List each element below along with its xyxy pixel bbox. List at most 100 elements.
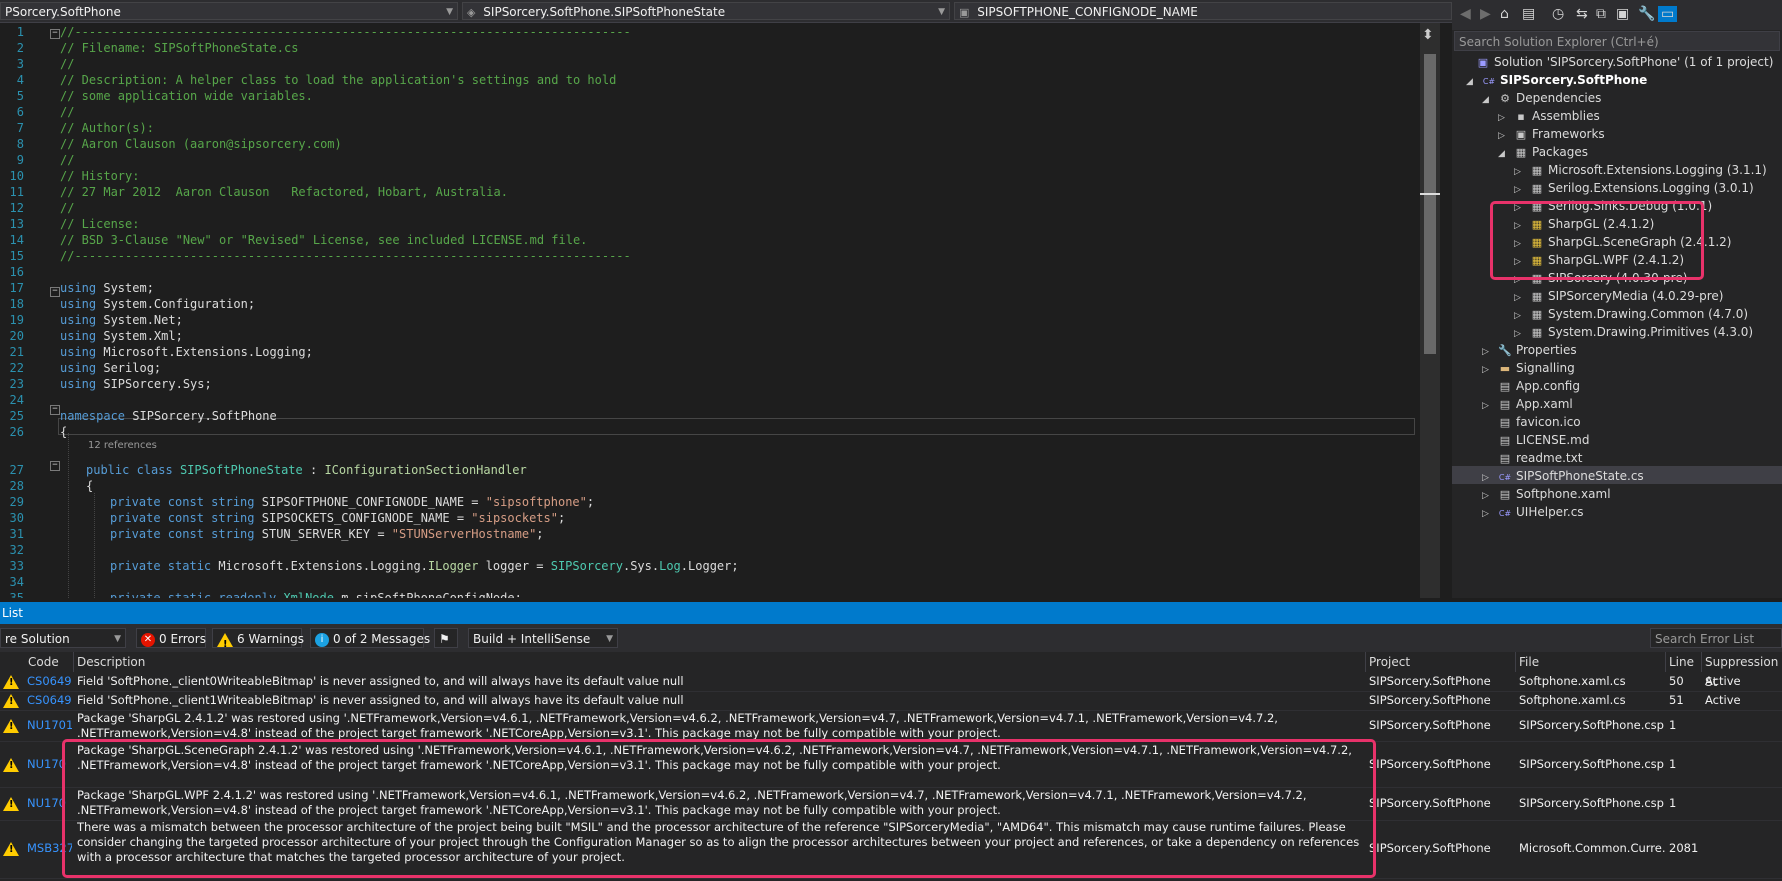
- column-header-file[interactable]: File: [1516, 652, 1666, 672]
- code-line[interactable]: private const string SIPSOFTPHONE_CONFIG…: [110, 494, 594, 510]
- history-icon[interactable]: ◷: [1552, 6, 1564, 22]
- collapse-class-icon[interactable]: −: [50, 461, 60, 471]
- expand-arrow-icon[interactable]: ▷: [1482, 505, 1496, 523]
- messages-filter-button[interactable]: i 0 of 2 Messages: [310, 628, 430, 648]
- tree-item[interactable]: ◢ ⚙ Dependencies: [1482, 89, 1601, 107]
- tree-item[interactable]: ▣ Solution 'SIPSorcery.SoftPhone' (1 of 1…: [1460, 53, 1774, 71]
- code-line[interactable]: using System;: [60, 280, 154, 296]
- column-header-code[interactable]: Code: [0, 652, 74, 672]
- errors-filter-button[interactable]: ✕ 0 Errors: [136, 628, 206, 648]
- tree-item[interactable]: ▷ ▦ SIPSorceryMedia (4.0.29-pre): [1514, 287, 1723, 305]
- tree-item[interactable]: ▷ ▦ Microsoft.Extensions.Logging (3.1.1): [1514, 161, 1767, 179]
- code-line[interactable]: private const string SIPSOCKETS_CONFIGNO…: [110, 510, 565, 526]
- scope-dropdown[interactable]: re Solution ▼: [0, 628, 126, 648]
- code-line[interactable]: // Description: A helper class to load t…: [60, 72, 616, 88]
- code-line[interactable]: //: [60, 56, 74, 72]
- code-line[interactable]: public class SIPSoftPhoneState : IConfig…: [86, 462, 527, 478]
- code-line[interactable]: // Filename: SIPSoftPhoneState.cs: [60, 40, 298, 56]
- code-line[interactable]: private static readonly XmlNode m_sipSof…: [110, 590, 522, 598]
- tree-item[interactable]: ▷ ▦ System.Drawing.Primitives (4.3.0): [1514, 323, 1753, 341]
- error-code-link[interactable]: NU1701: [27, 718, 72, 732]
- error-list-search[interactable]: Search Error List: [1650, 628, 1782, 648]
- code-line[interactable]: {: [60, 424, 67, 440]
- code-line[interactable]: // History:: [60, 168, 139, 184]
- tree-item-label: System.Drawing.Common (4.7.0): [1548, 307, 1749, 321]
- code-line[interactable]: //--------------------------------------…: [60, 248, 631, 264]
- tree-item[interactable]: ▷ ▤ App.xaml: [1482, 395, 1573, 413]
- build-filter-dropdown[interactable]: Build + IntelliSense ▼: [468, 628, 618, 648]
- properties-wrench-icon[interactable]: 🔧: [1638, 6, 1655, 22]
- project-dropdown[interactable]: PSorcery.SoftPhone ▼: [0, 2, 458, 20]
- column-header-project[interactable]: Project: [1366, 652, 1516, 672]
- tree-item[interactable]: ▤ favicon.ico: [1482, 413, 1581, 431]
- column-header-line[interactable]: Line: [1666, 652, 1702, 672]
- code-line[interactable]: using Serilog;: [60, 360, 161, 376]
- tree-item[interactable]: ▷ ▦ System.Drawing.Common (4.7.0): [1514, 305, 1748, 323]
- member-dropdown[interactable]: ▣ SIPSOFTPHONE_CONFIGNODE_NAME: [954, 2, 1452, 20]
- code-line[interactable]: //: [60, 200, 74, 216]
- code-line[interactable]: using System.Xml;: [60, 328, 183, 344]
- collapse-arrow-icon[interactable]: ◢: [1466, 73, 1480, 91]
- back-icon[interactable]: ◀: [1460, 6, 1471, 22]
- collapse-usings-icon[interactable]: −: [50, 287, 60, 297]
- column-header-suppression[interactable]: Suppression St: [1702, 652, 1782, 689]
- switch-views-icon[interactable]: ▤: [1522, 6, 1535, 22]
- code-editor[interactable]: 1 2 3 4 5 6 7 8 9 10 11 12 13 14 15 16 17 18 19 20 21 22 23 24 2…: [0, 23, 1418, 598]
- code-line[interactable]: // some application wide variables.: [60, 88, 313, 104]
- code-line[interactable]: using SIPSorcery.Sys;: [60, 376, 212, 392]
- type-dropdown[interactable]: ◈ SIPSorcery.SoftPhone.SIPSoftPhoneState…: [462, 2, 950, 20]
- code-line[interactable]: //: [60, 152, 74, 168]
- tree-item[interactable]: ▤ LICENSE.md: [1482, 431, 1590, 449]
- code-line[interactable]: private static Microsoft.Extensions.Logg…: [110, 558, 739, 574]
- tree-item[interactable]: ▤ App.config: [1482, 377, 1580, 395]
- code-line[interactable]: using System.Net;: [60, 312, 183, 328]
- codelens-references[interactable]: 12 references: [88, 440, 157, 451]
- tree-item[interactable]: ▷ C# SIPSoftPhoneState.cs: [1482, 467, 1644, 485]
- error-row[interactable]: NU1701 Package 'SharpGL 2.4.1.2' was rest…: [0, 711, 1782, 741]
- error-code-link[interactable]: CS0649: [27, 674, 72, 688]
- code-line[interactable]: using System.Configuration;: [60, 296, 255, 312]
- forward-icon[interactable]: ▶: [1480, 6, 1491, 22]
- tree-item[interactable]: ▷ ▦ Serilog.Extensions.Logging (3.0.1): [1514, 179, 1754, 197]
- collapse-arrow-icon[interactable]: ◢: [1498, 145, 1512, 163]
- collapse-all-icon[interactable]: ⧉: [1596, 6, 1606, 22]
- collapse-comment-icon[interactable]: −: [50, 29, 60, 39]
- collapse-namespace-icon[interactable]: −: [50, 405, 60, 415]
- code-line[interactable]: //: [60, 104, 74, 120]
- tree-item[interactable]: ▷ C# UIHelper.cs: [1482, 503, 1584, 521]
- code-line[interactable]: namespace SIPSorcery.SoftPhone: [60, 408, 277, 424]
- filter-icon[interactable]: ⚑: [434, 628, 458, 648]
- home-icon[interactable]: ⌂: [1500, 6, 1509, 22]
- tree-item[interactable]: ▷ ▣ Frameworks: [1498, 125, 1605, 143]
- tree-item[interactable]: ▷ 🔧 Properties: [1482, 341, 1577, 359]
- code-line[interactable]: // Aaron Clauson (aaron@sipsorcery.com): [60, 136, 342, 152]
- solution-explorer-search[interactable]: Search Solution Explorer (Ctrl+é): [1454, 31, 1780, 51]
- show-all-files-icon[interactable]: ▣: [1616, 6, 1629, 22]
- column-header-description[interactable]: Description: [74, 652, 1366, 672]
- error-row[interactable]: CS0649 Field 'SoftPhone._client1Writeable…: [0, 692, 1782, 710]
- tree-item-label: Softphone.xaml: [1516, 487, 1611, 501]
- collapse-arrow-icon[interactable]: ◢: [1482, 91, 1496, 109]
- tree-item[interactable]: ▷ ▪ Assemblies: [1498, 107, 1600, 125]
- code-line[interactable]: {: [86, 478, 93, 494]
- tree-item[interactable]: ▷ ▤ Softphone.xaml: [1482, 485, 1611, 503]
- code-line[interactable]: using Microsoft.Extensions.Logging;: [60, 344, 313, 360]
- scrollbar-thumb[interactable]: [1424, 54, 1436, 354]
- tree-item[interactable]: ◢ C# SIPSorcery.SoftPhone: [1466, 71, 1647, 89]
- error-code-link[interactable]: CS0649: [27, 693, 72, 707]
- warnings-filter-button[interactable]: 6 Warnings: [212, 628, 304, 655]
- preview-selected-icon[interactable]: ▭: [1658, 6, 1678, 22]
- code-line[interactable]: // BSD 3-Clause "New" or "Revised" Licen…: [60, 232, 587, 248]
- editor-vertical-scrollbar[interactable]: ⬍: [1420, 23, 1440, 598]
- code-line[interactable]: // Author(s):: [60, 120, 154, 136]
- code-line[interactable]: private const string STUN_SERVER_KEY = "…: [110, 526, 544, 542]
- tree-item[interactable]: ▤ readme.txt: [1482, 449, 1583, 467]
- sync-icon[interactable]: ⇆: [1576, 6, 1588, 22]
- tree-item[interactable]: ▷ ▬ Signalling: [1482, 359, 1575, 377]
- tree-item[interactable]: ◢ ▦ Packages: [1498, 143, 1588, 161]
- code-line[interactable]: //--------------------------------------…: [60, 24, 631, 40]
- error-row[interactable]: CS0649 Field 'SoftPhone._client0Writeable…: [0, 673, 1782, 691]
- code-line[interactable]: // 27 Mar 2012 Aaron Clauson Refactored,…: [60, 184, 508, 200]
- split-window-icon[interactable]: ⬍: [1422, 27, 1434, 43]
- code-line[interactable]: // License:: [60, 216, 139, 232]
